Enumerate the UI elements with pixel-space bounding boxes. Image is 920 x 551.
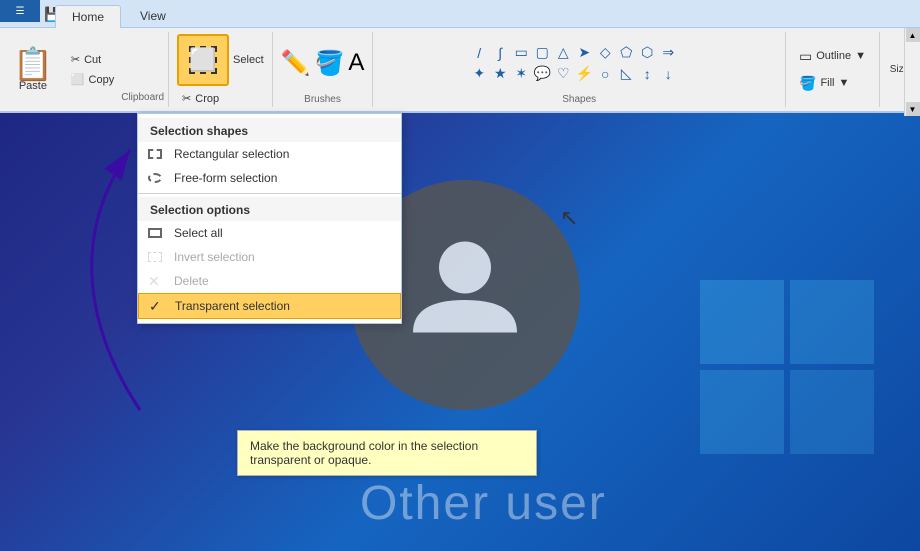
- text-icon[interactable]: A: [348, 49, 364, 78]
- fill-dropdown-icon: ▼: [839, 77, 850, 89]
- shape-rect[interactable]: ▭: [511, 43, 531, 63]
- crop-icon: ✂: [182, 92, 191, 105]
- freeform-selection-item[interactable]: Free-form selection: [138, 166, 401, 190]
- select-all-icon: [148, 228, 162, 238]
- shape-scroll[interactable]: ↕: [637, 64, 657, 84]
- scroll-up-arrow[interactable]: ▲: [906, 28, 920, 42]
- rectangular-selection-item[interactable]: Rectangular selection: [138, 142, 401, 166]
- outline-dropdown-icon: ▼: [855, 50, 866, 62]
- scroll-down-arrow[interactable]: ▼: [906, 102, 920, 116]
- selection-dropdown: Selection shapes Rectangular selection F…: [137, 113, 402, 324]
- shape-star5[interactable]: ★: [490, 64, 510, 84]
- menu-divider-1: [138, 193, 401, 194]
- shapes-section: / ∫ ▭ ▢ △ ➤ ◇ ⬠ ⬡ ⇒ ✦ ★ ✶ 💬 ♡ ⚡ ○ ◺ ↕ ↓: [373, 32, 786, 107]
- brushes-label: Brushes: [304, 92, 341, 105]
- shape-rdarrow[interactable]: ⇒: [658, 43, 678, 63]
- shape-hexagon[interactable]: ⬡: [637, 43, 657, 63]
- shape-roundrect[interactable]: ▢: [532, 43, 552, 63]
- shape-lightning[interactable]: ⚡: [574, 64, 594, 84]
- check-icon: ✓: [149, 298, 161, 315]
- brushes-icons: ✏️ 🪣 A: [281, 34, 365, 92]
- ribbon-container: ☰ 💾 ↩ Home View 📋 Paste ✂ Cut: [0, 0, 920, 113]
- shape-star6[interactable]: ✶: [511, 64, 531, 84]
- invert-icon: [148, 252, 162, 262]
- options-section-header: Selection options: [138, 197, 401, 221]
- tab-bar: ☰ 💾 ↩ Home View: [0, 0, 920, 28]
- fill-button[interactable]: 🪣 Fill ▼: [794, 72, 871, 95]
- copy-button[interactable]: ⬜ Copy: [64, 70, 121, 89]
- cut-icon: ✂: [71, 53, 80, 66]
- brushes-section: ✏️ 🪣 A Brushes: [273, 32, 374, 107]
- shapes-label: Shapes: [562, 92, 596, 105]
- shape-callout[interactable]: 💬: [532, 64, 552, 84]
- shapes-section-header: Selection shapes: [138, 118, 401, 142]
- app-menu-button[interactable]: ☰: [0, 0, 40, 22]
- tab-view[interactable]: View: [123, 4, 183, 27]
- delete-item[interactable]: ✕ Delete: [138, 269, 401, 293]
- fill-icon[interactable]: 🪣: [315, 49, 345, 78]
- avatar-icon: [400, 222, 530, 368]
- ribbon-scrollbar[interactable]: ▲ ▼: [904, 28, 920, 116]
- select-icon: ⬜: [189, 46, 217, 74]
- shape-line[interactable]: /: [469, 43, 489, 63]
- windows-logo-decoration: [700, 280, 880, 463]
- pencil-icon[interactable]: ✏️: [281, 49, 311, 78]
- other-user-text: Other user: [360, 476, 607, 531]
- image-section: ⬜ Select ✂ Crop ⤡ Resize ↻ Rotate Image: [169, 32, 273, 107]
- crop-button[interactable]: ✂ Crop: [177, 89, 264, 108]
- tab-home[interactable]: Home: [55, 5, 121, 28]
- shape-ellipse[interactable]: ○: [595, 64, 615, 84]
- shapes-grid: / ∫ ▭ ▢ △ ➤ ◇ ⬠ ⬡ ⇒ ✦ ★ ✶ 💬 ♡ ⚡ ○ ◺ ↕ ↓: [469, 34, 689, 92]
- paste-button[interactable]: 📋 Paste: [4, 36, 62, 103]
- shape-heart[interactable]: ♡: [553, 64, 573, 84]
- shape-triangle[interactable]: △: [553, 43, 573, 63]
- shape-right-tri[interactable]: ◺: [616, 64, 636, 84]
- select-button[interactable]: ⬜: [177, 34, 229, 86]
- select-label: Select: [233, 54, 264, 66]
- outline-fill-section: ▭ Outline ▼ 🪣 Fill ▼: [786, 32, 880, 107]
- transparent-selection-item[interactable]: ✓ Transparent selection: [138, 293, 401, 319]
- rectangular-icon: [148, 149, 162, 159]
- ribbon: 📋 Paste ✂ Cut ⬜ Copy Clipboard: [0, 28, 920, 113]
- clipboard-small-buttons: ✂ Cut ⬜ Copy: [64, 36, 121, 103]
- paste-label: Paste: [19, 80, 47, 92]
- shape-down-arrow[interactable]: ↓: [658, 64, 678, 84]
- delete-icon: ✕: [148, 273, 160, 290]
- shape-diamond[interactable]: ◇: [595, 43, 615, 63]
- outline-icon: ▭: [799, 48, 812, 65]
- outline-button[interactable]: ▭ Outline ▼: [794, 45, 871, 68]
- freeform-icon: [148, 173, 162, 183]
- tooltip-box: Make the background color in the selecti…: [237, 430, 537, 476]
- invert-selection-item[interactable]: Invert selection: [138, 245, 401, 269]
- clipboard-section: 📋 Paste ✂ Cut ⬜ Copy Clipboard: [0, 32, 169, 107]
- clipboard-label: Clipboard: [121, 90, 164, 103]
- select-all-item[interactable]: Select all: [138, 221, 401, 245]
- fill-btn-icon: 🪣: [799, 75, 816, 92]
- copy-icon: ⬜: [71, 73, 85, 86]
- shape-pentagon[interactable]: ⬠: [616, 43, 636, 63]
- paste-icon: 📋: [13, 48, 53, 80]
- shape-arrow[interactable]: ➤: [574, 43, 594, 63]
- shape-star4[interactable]: ✦: [469, 64, 489, 84]
- cut-button[interactable]: ✂ Cut: [64, 50, 121, 69]
- shape-curve[interactable]: ∫: [490, 43, 510, 63]
